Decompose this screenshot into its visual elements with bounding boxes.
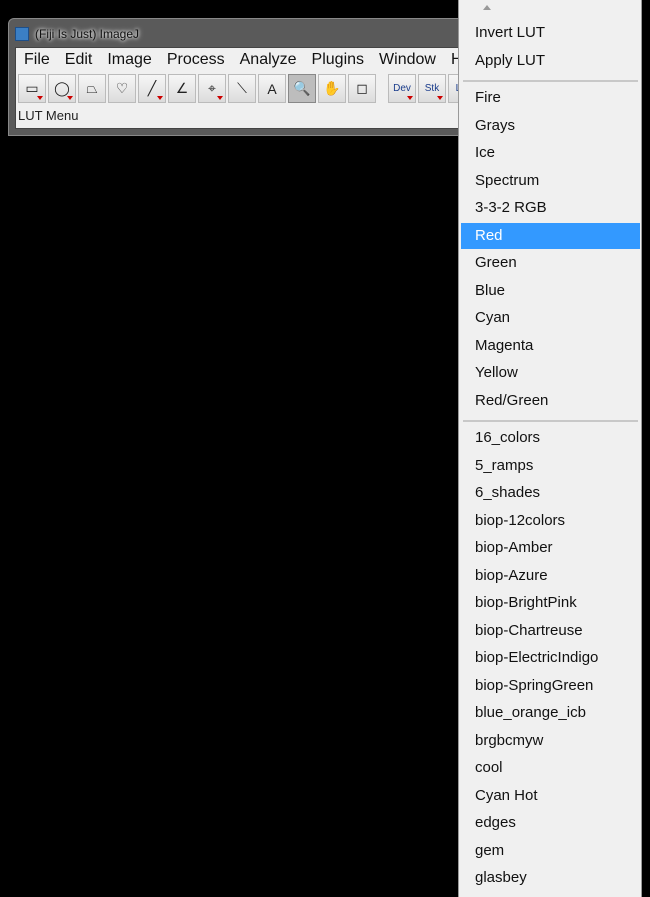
angle-tool-button[interactable]: ∠ [168, 74, 196, 103]
menu-window[interactable]: Window [379, 51, 436, 69]
menu-button-label: Dev [393, 83, 411, 94]
menu-item-cyan[interactable]: Cyan [461, 305, 640, 331]
oval-tool-button[interactable]: ◯ [48, 74, 76, 103]
menu-item-3-3-2-rgb[interactable]: 3-3-2 RGB [461, 195, 640, 221]
lut-dropdown-menu: Invert LUT Apply LUT Fire Grays Ice Spectrum 3… [458, 0, 642, 897]
menu-item-biop-azure[interactable]: biop-Azure [461, 563, 640, 589]
scroll-up-arrow-icon[interactable] [483, 5, 491, 10]
fiji-app-icon [15, 27, 29, 41]
menu-item-spectrum[interactable]: Spectrum [461, 168, 640, 194]
oval-tool-icon: ◯ [54, 80, 70, 96]
menu-item-apply-lut[interactable]: Apply LUT [461, 48, 640, 74]
dev-menu-button[interactable]: Dev [388, 74, 416, 103]
imagej-window: (Fiji Is Just) ImageJ File Edit Image Proce… [8, 18, 478, 136]
menu-item-blue[interactable]: Blue [461, 278, 640, 304]
menu-item-edges[interactable]: edges [461, 810, 640, 836]
menu-file[interactable]: File [24, 51, 50, 69]
freehand-tool-button[interactable]: ♡ [108, 74, 136, 103]
menu-analyze[interactable]: Analyze [240, 51, 297, 69]
wand-tool-button[interactable]: ⟍ [228, 74, 256, 103]
line-tool-button[interactable]: ╱ [138, 74, 166, 103]
text-tool-icon: A [267, 80, 277, 97]
polygon-tool-button[interactable]: ⏢ [78, 74, 106, 103]
text-tool-button[interactable]: A [258, 74, 286, 103]
menu-item-grays[interactable]: Grays [461, 113, 640, 139]
dropdown-indicator-icon [437, 96, 443, 100]
menu-item-gem[interactable]: gem [461, 838, 640, 864]
menu-item-biop-brightpink[interactable]: biop-BrightPink [461, 590, 640, 616]
menu-item-ice[interactable]: Ice [461, 140, 640, 166]
menu-item-biop-amber[interactable]: biop-Amber [461, 535, 640, 561]
dropper-tool-icon: ◻ [356, 80, 368, 96]
menu-item-glasbey[interactable]: glasbey [461, 865, 640, 891]
menu-item-biop-electricindigo[interactable]: biop-ElectricIndigo [461, 645, 640, 671]
angle-tool-icon: ∠ [175, 80, 189, 96]
menu-item-16-colors[interactable]: 16_colors [461, 425, 640, 451]
zoom-tool-button[interactable]: 🔍 [288, 74, 316, 103]
menu-item-yellow[interactable]: Yellow [461, 360, 640, 386]
status-bar: LUT Menu [18, 108, 79, 123]
menu-separator [463, 80, 638, 82]
dropper-tool-button[interactable]: ◻ [348, 74, 376, 103]
dropdown-indicator-icon [157, 96, 163, 100]
menu-item-invert-lut[interactable]: Invert LUT [461, 20, 640, 46]
zoom-tool-icon: 🔍 [293, 80, 311, 96]
wand-tool-icon: ⟍ [237, 80, 247, 96]
point-tool-button[interactable]: ⌖ [198, 74, 226, 103]
menu-item-red[interactable]: Red [461, 222, 640, 249]
dropdown-indicator-icon [37, 96, 43, 100]
menu-separator [463, 420, 638, 422]
menu-image[interactable]: Image [107, 51, 151, 69]
dropdown-indicator-icon [407, 96, 413, 100]
menu-item-biop-springgreen[interactable]: biop-SpringGreen [461, 673, 640, 699]
menu-item-cool[interactable]: cool [461, 755, 640, 781]
menu-process[interactable]: Process [167, 51, 225, 69]
menu-item-blue-orange-icb[interactable]: blue_orange_icb [461, 700, 640, 726]
point-tool-icon: ⌖ [208, 80, 216, 96]
freehand-tool-icon: ♡ [115, 80, 129, 96]
toolbar: ▭◯⏢♡╱∠⌖⟍A🔍✋◻DevStkLU [18, 74, 478, 104]
dropdown-indicator-icon [67, 96, 73, 100]
window-client: File Edit Image Process Analyze Plugins Window… [15, 47, 477, 129]
line-tool-icon: ╱ [147, 80, 157, 96]
menubar: File Edit Image Process Analyze Plugins Window… [16, 48, 476, 72]
menu-edit[interactable]: Edit [65, 51, 93, 69]
menu-item-fire[interactable]: Fire [461, 85, 640, 111]
menu-item-biop-chartreuse[interactable]: biop-Chartreuse [461, 618, 640, 644]
rectangle-tool-icon: ▭ [25, 80, 39, 96]
menu-item-cyan-hot[interactable]: Cyan Hot [461, 783, 640, 809]
menu-button-label: Stk [424, 83, 440, 94]
menu-plugins[interactable]: Plugins [312, 51, 364, 69]
hand-tool-icon: ✋ [323, 80, 341, 96]
title-bar[interactable]: (Fiji Is Just) ImageJ [15, 23, 139, 45]
menu-item-5-ramps[interactable]: 5_ramps [461, 453, 640, 479]
menu-item-biop-12colors[interactable]: biop-12colors [461, 508, 640, 534]
menu-item-6-shades[interactable]: 6_shades [461, 480, 640, 506]
rectangle-tool-button[interactable]: ▭ [18, 74, 46, 103]
polygon-tool-icon: ⏢ [86, 80, 98, 96]
stk-menu-button[interactable]: Stk [418, 74, 446, 103]
window-title: (Fiji Is Just) ImageJ [35, 27, 140, 41]
menu-item-green[interactable]: Green [461, 250, 640, 276]
menu-item-magenta[interactable]: Magenta [461, 333, 640, 359]
menu-item-brgbcmyw[interactable]: brgbcmyw [461, 728, 640, 754]
dropdown-indicator-icon [217, 96, 223, 100]
menu-item-red-green[interactable]: Red/Green [461, 388, 640, 414]
hand-tool-button[interactable]: ✋ [318, 74, 346, 103]
